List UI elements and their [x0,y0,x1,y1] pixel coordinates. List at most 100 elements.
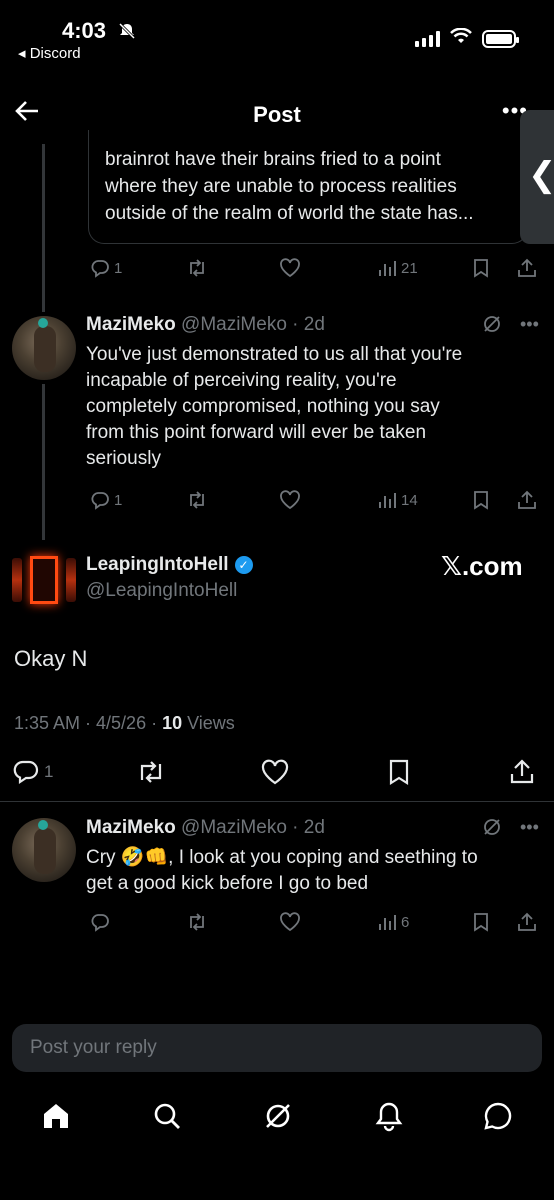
side-panel-tab[interactable]: ❮ [520,110,554,244]
reply-icon [13,760,39,785]
messages-icon[interactable] [482,1100,514,1137]
reply-author: MaziMeko @MaziMeko · 2d [86,314,325,336]
reply-button[interactable]: 1 [90,258,122,278]
post-options: ••• [482,314,539,339]
thread-line [42,144,45,312]
wifi-icon [450,27,472,49]
notifications-icon[interactable] [373,1100,405,1137]
like-button[interactable] [279,912,301,932]
views-count: 21 [401,259,418,277]
reply-button[interactable]: 1 [12,759,53,785]
reply-input[interactable]: Post your reply [12,1024,542,1072]
bookmark-button[interactable] [386,759,412,785]
avatar[interactable] [12,316,76,380]
heart-icon [261,759,289,785]
text-line: brainrot have their brains fried to a po… [105,149,441,170]
repost-icon [140,761,162,783]
text-line: completely compromised, nothing you say [86,396,440,417]
home-icon[interactable] [40,1100,72,1137]
main-author[interactable]: LeapingIntoHell ✓ [86,554,253,576]
author-handle[interactable]: @MaziMeko · 2d [181,817,325,838]
action-bar: 1 21 [0,256,554,280]
views-label: Views [182,713,235,733]
page-title: Post [253,102,301,127]
post-options: ••• [482,817,539,842]
more-horizontal-icon[interactable]: ••• [520,314,539,339]
action-bar: 6 [0,910,554,934]
repost-button[interactable] [186,912,208,932]
repost-button[interactable] [136,759,166,785]
grok-icon[interactable] [262,1100,294,1137]
back-to-app-link[interactable]: ◂ Discord [18,44,81,62]
repost-button[interactable] [186,490,208,510]
share-icon [518,258,536,277]
heart-icon [280,258,300,278]
bookmark-button[interactable] [471,258,491,278]
more-horizontal-icon[interactable]: ••• [520,817,539,842]
reply-text: Cry 🤣👊, I look at you coping and seethin… [86,845,478,897]
status-time: 4:03 [62,18,107,43]
share-button[interactable] [517,258,537,278]
status-bar: 4:03 ◂ Discord [0,0,554,70]
share-icon [518,490,536,509]
bar-chart-icon [379,493,396,508]
share-button[interactable] [509,759,535,785]
author-name[interactable]: MaziMeko [86,817,176,838]
views-button[interactable]: 21 [377,258,418,278]
grok-icon[interactable] [482,817,502,842]
views-count[interactable]: 10 [162,713,182,733]
watermark: 𝕏.com [441,551,523,581]
avatar[interactable] [12,818,76,882]
text-line: outside of the realm of world the state … [105,203,474,224]
reply-author: MaziMeko @MaziMeko · 2d [86,817,325,839]
share-button[interactable] [517,490,537,510]
text-line: get a good kick before I go to bed [86,873,369,894]
reply-text: You've just demonstrated to us all that … [86,342,462,472]
like-button[interactable] [260,759,290,785]
heart-icon [280,490,300,510]
author-handle[interactable]: @LeapingIntoHell [86,580,237,602]
chevron-left-icon: ❮ [528,156,554,194]
grok-icon[interactable] [482,314,502,339]
bookmark-icon [474,913,488,932]
bar-chart-icon [379,915,396,930]
status-indicators [415,27,519,49]
share-icon [510,759,534,784]
reply-button[interactable]: 1 [90,490,122,510]
bookmark-button[interactable] [471,912,491,932]
share-icon [518,912,536,931]
bookmark-icon [389,759,409,785]
views-button[interactable]: 14 [377,490,418,510]
reply-icon [91,260,109,278]
author-name[interactable]: MaziMeko [86,314,176,335]
views-count: 14 [401,491,418,509]
repost-icon [190,259,204,277]
share-button[interactable] [517,912,537,932]
search-icon[interactable] [151,1100,183,1137]
bookmark-icon [474,259,488,278]
text-line: Cry 🤣👊, I look at you coping and seethin… [86,847,478,868]
bottom-tab-bar [0,1090,554,1150]
text-line: where they are unable to process realiti… [105,176,457,197]
like-button[interactable] [279,490,301,510]
views-button[interactable]: 6 [377,912,409,932]
text-line: from this point forward will ever be tak… [86,422,427,443]
repost-icon [190,913,204,931]
reply-count: 1 [114,259,123,277]
reply-button[interactable] [90,912,110,932]
post-timestamp: 1:35 AM · 4/5/26 · [14,713,163,733]
post-metadata: 1:35 AM · 4/5/26 · 10 Views [14,713,235,734]
reply-icon [91,914,109,932]
bookmark-button[interactable] [471,490,491,510]
author-handle[interactable]: @MaziMeko · 2d [181,314,325,335]
previous-reply-text[interactable]: brainrot have their brains fried to a po… [88,130,528,244]
like-button[interactable] [279,258,301,278]
heart-icon [280,912,300,932]
avatar[interactable] [12,546,76,610]
reply-icon [91,492,109,510]
author-name: LeapingIntoHell [86,554,229,575]
cellular-signal-icon [415,30,440,47]
battery-icon [482,29,519,48]
repost-button[interactable] [186,258,208,278]
text-line: seriously [86,448,161,469]
